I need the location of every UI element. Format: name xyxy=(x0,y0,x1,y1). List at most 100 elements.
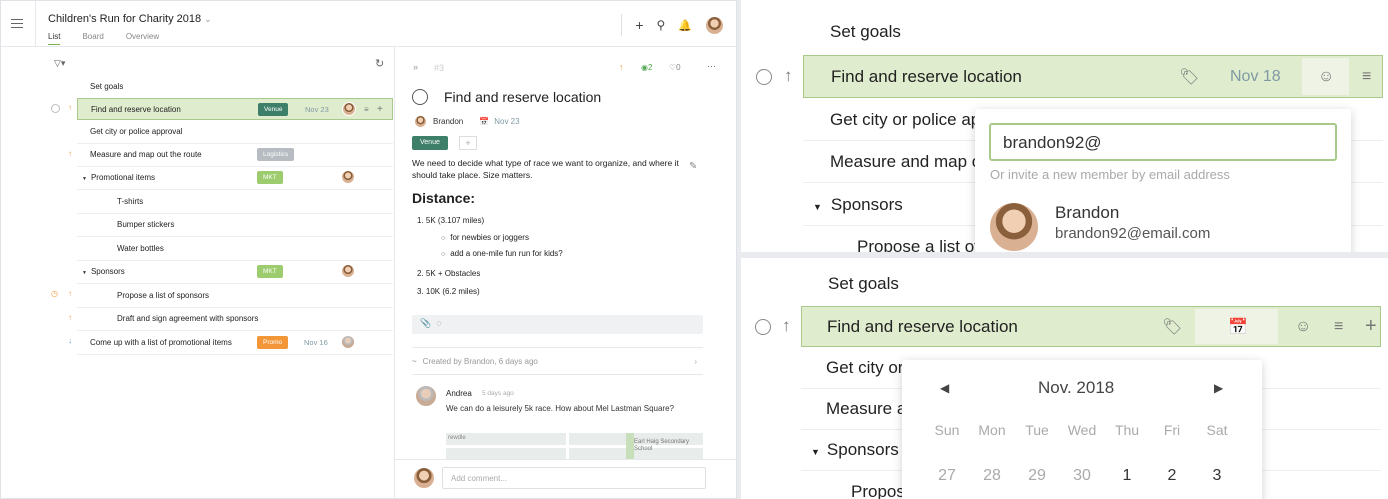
next-month-icon[interactable]: ▶ xyxy=(1214,381,1223,395)
chevron-right-icon: › xyxy=(694,356,697,366)
tab-board[interactable]: Board xyxy=(82,32,103,44)
user-avatar[interactable] xyxy=(705,15,724,35)
map-preview[interactable]: rewdle Earl Haig Secondary School xyxy=(446,433,703,459)
collapse-triangle-icon[interactable]: ▼ xyxy=(813,202,822,212)
task-row[interactable]: Propose a list of sponsors xyxy=(77,284,393,308)
calendar-day[interactable]: 1 xyxy=(1107,467,1147,485)
project-title[interactable]: Children's Run for Charity 2018 ⌄ xyxy=(48,13,212,25)
tag-icon[interactable]: 🏷 xyxy=(1162,317,1182,337)
invite-hint: Or invite a new member by email address xyxy=(990,167,1230,182)
user-avatar xyxy=(413,467,435,489)
tag-badge[interactable]: Logistics xyxy=(257,148,295,161)
calendar-day[interactable]: 27 xyxy=(927,467,967,485)
member-avatar[interactable] xyxy=(989,202,1039,252)
member-search-input[interactable]: brandon92@ xyxy=(989,123,1337,161)
task-row[interactable]: ▼ Promotional items MKT xyxy=(77,166,393,190)
calendar-day[interactable]: 3 xyxy=(1197,467,1237,485)
add-tag-button[interactable]: + xyxy=(459,136,477,150)
expand-icon[interactable]: » xyxy=(413,62,418,72)
watchers-count[interactable]: ◉2 xyxy=(641,63,652,72)
attach-icon[interactable]: 📎 xyxy=(420,318,431,328)
tag-badge[interactable]: MKT xyxy=(257,171,283,184)
task-row[interactable]: Set goals xyxy=(77,75,393,99)
assignee-avatar[interactable] xyxy=(342,102,356,116)
tag-badge[interactable]: Promo xyxy=(257,336,289,349)
complete-checkbox[interactable] xyxy=(412,89,428,105)
subtask-icon[interactable]: ≡ xyxy=(1334,318,1343,336)
due-date[interactable]: Nov 23 xyxy=(305,105,329,114)
subtask-icon[interactable]: ≡ xyxy=(364,105,369,114)
task-description[interactable]: We need to decide what type of race we w… xyxy=(412,157,682,181)
task-row[interactable]: Set goals xyxy=(803,264,1383,304)
assignee-avatar[interactable] xyxy=(341,335,355,349)
drive-icon[interactable]: ◌ xyxy=(436,318,441,328)
assignee-avatar[interactable] xyxy=(341,170,355,184)
complete-checkbox[interactable] xyxy=(756,69,772,85)
task-row[interactable]: Come up with a list of promotional items… xyxy=(77,331,393,355)
refresh-icon[interactable]: ↻ xyxy=(375,57,384,70)
tag-icon[interactable]: 🏷 xyxy=(1179,67,1199,87)
detail-toolbar: » #3 ↑ ◉2 ♡0 ··· xyxy=(405,59,725,79)
assignee-icon[interactable]: ☺ xyxy=(1295,318,1311,336)
subtask-icon[interactable]: ≡ xyxy=(1362,68,1371,86)
task-row[interactable]: Water bottles xyxy=(77,237,393,261)
complete-checkbox[interactable] xyxy=(755,319,771,335)
task-row[interactable]: Measure and map out the route Logistics xyxy=(77,143,393,167)
calendar-zoom-panel: Set goals ↑ Find and reserve location 🏷 … xyxy=(741,258,1388,499)
task-row[interactable]: T-shirts xyxy=(77,190,393,214)
member-email[interactable]: brandon92@email.com xyxy=(1055,225,1210,242)
add-icon[interactable]: + xyxy=(377,104,383,115)
due-date[interactable]: Nov 18 xyxy=(1230,68,1281,86)
calendar-icon[interactable]: 📅 xyxy=(1228,317,1248,337)
complete-checkbox[interactable] xyxy=(51,104,60,115)
add-icon[interactable]: + xyxy=(1365,315,1377,338)
assignee-name[interactable]: Brandon xyxy=(433,117,463,126)
calendar-day[interactable]: 28 xyxy=(972,467,1012,485)
prev-month-icon[interactable]: ◀ xyxy=(940,381,949,395)
weekday-label: Fri xyxy=(1163,422,1181,438)
assignee-icon[interactable]: ☺ xyxy=(1318,68,1334,86)
task-row-selected[interactable]: Find and reserve location 🏷 Nov 18 ☺ ≡ xyxy=(803,55,1383,98)
detail-title[interactable]: Find and reserve location xyxy=(412,89,601,105)
tab-overview[interactable]: Overview xyxy=(126,32,159,44)
tag-badge[interactable]: Venue xyxy=(258,103,289,116)
history-row[interactable]: ~ Created by Brandon, 6 days ago › xyxy=(412,347,703,375)
calendar-day[interactable]: 2 xyxy=(1152,467,1192,485)
calendar-day[interactable]: 29 xyxy=(1017,467,1057,485)
task-row[interactable]: ▼ Sponsors MKT xyxy=(77,260,393,284)
priority-up-icon[interactable]: ↑ xyxy=(619,62,624,72)
task-row[interactable]: Set goals xyxy=(803,12,1383,52)
due-date[interactable]: Nov 23 xyxy=(494,117,519,126)
tab-list[interactable]: List xyxy=(48,32,61,45)
in-progress-clock-icon[interactable]: ◷ xyxy=(51,289,58,298)
weekday-label: Tue xyxy=(1025,422,1049,438)
tag-badge[interactable]: MKT xyxy=(257,265,283,278)
task-row[interactable]: Bumper stickers xyxy=(77,213,393,237)
header: Children's Run for Charity 2018 ⌄ List Boa… xyxy=(1,1,736,47)
add-icon[interactable]: + xyxy=(635,17,643,33)
member-name[interactable]: Brandon xyxy=(1055,203,1119,223)
collapse-triangle-icon[interactable]: ▼ xyxy=(811,447,820,457)
filter-icon[interactable]: ▽▾ xyxy=(54,58,65,69)
comment-text: We can do a leisurely 5k race. How about… xyxy=(446,404,674,413)
edit-icon[interactable]: ✎ xyxy=(689,161,697,172)
task-row-selected[interactable]: Find and reserve location Venue Nov 23 ≡… xyxy=(77,98,393,120)
due-date[interactable]: Nov 16 xyxy=(304,338,328,347)
date-picker: ◀ Nov. 2018 ▶ Sun Mon Tue Wed Thu Fri Sa… xyxy=(902,360,1262,499)
comment-input[interactable]: Add comment... xyxy=(442,467,706,489)
menu-icon[interactable] xyxy=(11,19,23,28)
collapse-triangle-icon[interactable]: ▼ xyxy=(82,270,87,276)
search-icon[interactable]: ⚲ xyxy=(657,18,666,32)
more-icon[interactable]: ··· xyxy=(707,61,716,71)
task-row-selected[interactable]: Find and reserve location 🏷 📅 ☺ ≡ + xyxy=(801,306,1381,347)
task-row[interactable]: Draft and sign agreement with sponsors xyxy=(77,307,393,331)
calendar-day[interactable]: 30 xyxy=(1062,467,1102,485)
view-tabs: List Board Overview xyxy=(48,32,181,45)
tag-badge[interactable]: Venue xyxy=(412,136,448,150)
assignee-avatar[interactable] xyxy=(414,115,427,128)
likes-count[interactable]: ♡0 xyxy=(669,63,681,72)
bell-icon[interactable]: 🔔 xyxy=(678,19,692,32)
assignee-avatar[interactable] xyxy=(341,264,355,278)
task-row[interactable]: Get city or police approval xyxy=(77,120,393,144)
collapse-triangle-icon[interactable]: ▼ xyxy=(82,176,87,182)
